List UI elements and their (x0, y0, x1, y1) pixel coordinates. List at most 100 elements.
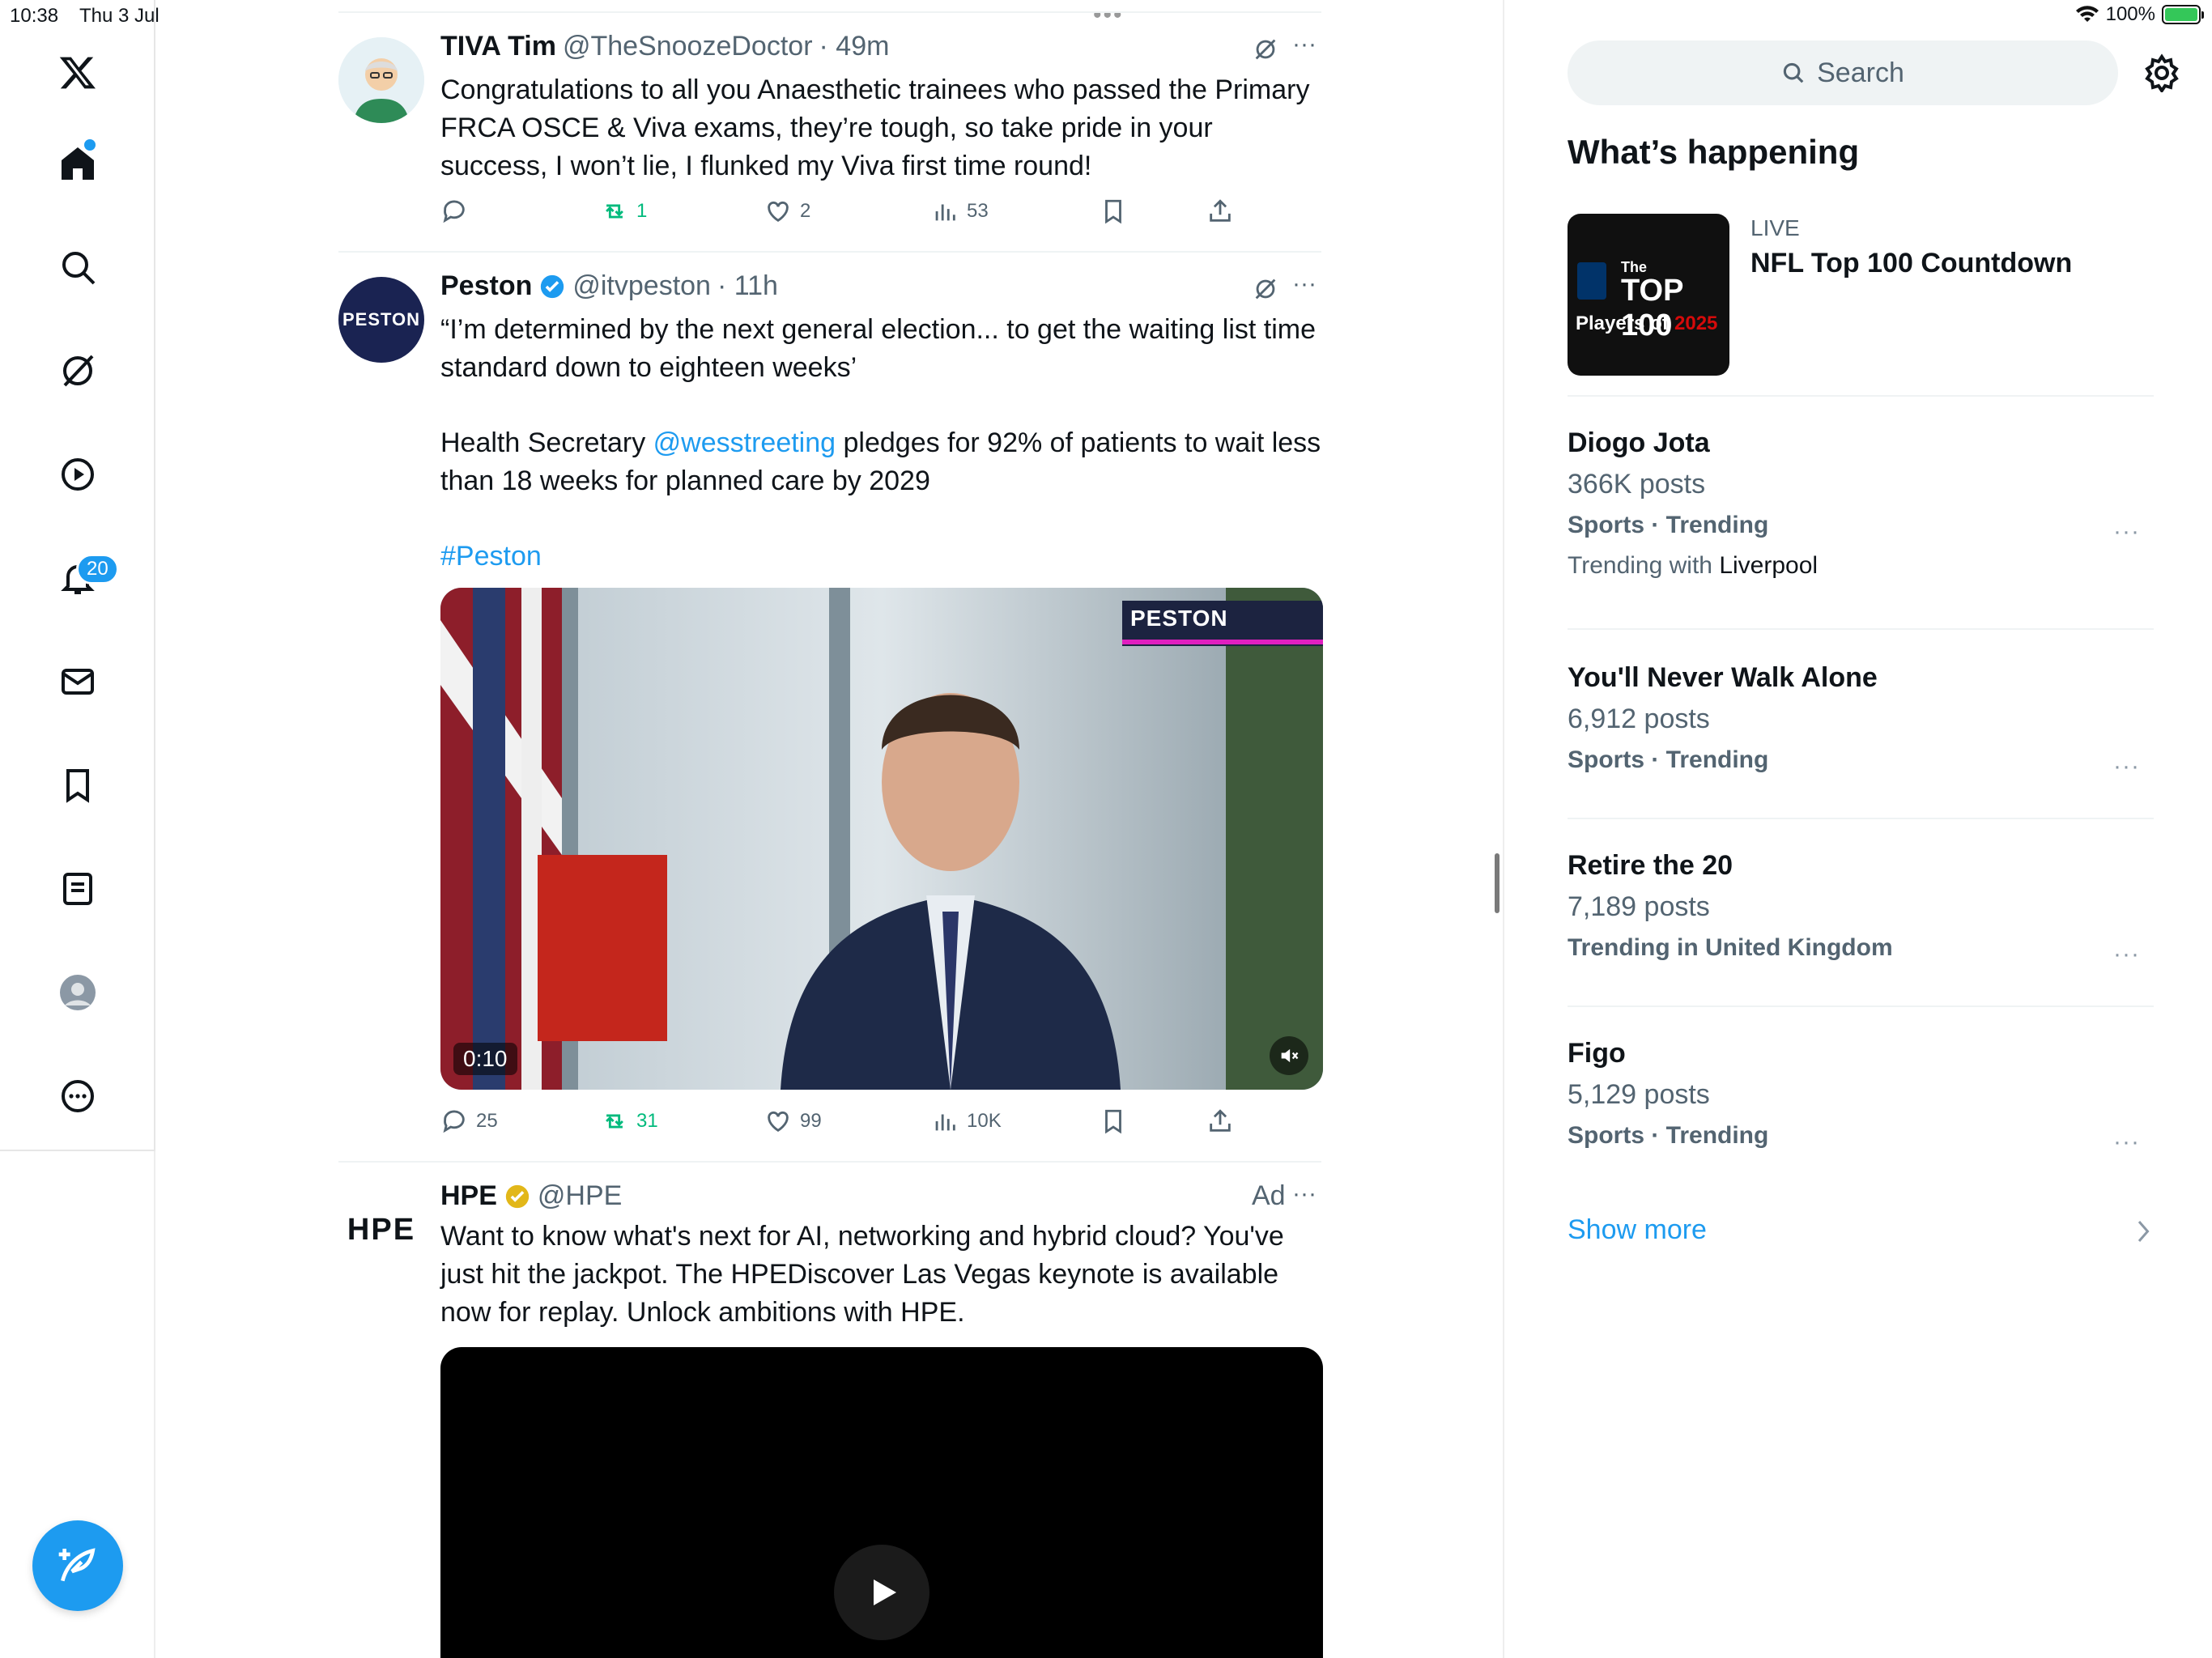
tweet-avatar[interactable]: PESTON (338, 277, 424, 363)
mention-link[interactable]: @wesstreeting (653, 427, 836, 458)
live-thumbnail[interactable]: The TOP 100 Players of 2025 (1568, 214, 1729, 376)
status-indicators: 100% (2075, 3, 2204, 26)
trend-separator (1568, 818, 2154, 819)
hashtag-link[interactable]: #Peston (440, 538, 1323, 576)
trend-item[interactable]: Figo 5,129 posts Sports · Trending (1568, 1038, 2150, 1150)
tweet-more-icon[interactable]: ··· (1292, 270, 1317, 298)
x-logo-icon[interactable] (45, 40, 110, 105)
tweet-handle[interactable]: @TheSnoozeDoctor (563, 31, 813, 62)
home-icon[interactable] (45, 131, 110, 196)
trend-more-icon[interactable]: ··· (2113, 1129, 2140, 1156)
grok-explain-icon[interactable] (1252, 275, 1279, 303)
trend-title: Retire the 20 (1568, 850, 1733, 881)
trend-title: You'll Never Walk Alone (1568, 662, 1878, 693)
profile-avatar-icon[interactable] (45, 960, 110, 1025)
messages-icon[interactable] (45, 649, 110, 714)
search-icon (1783, 62, 1804, 83)
share-button[interactable] (1206, 198, 1234, 225)
bookmark-button[interactable] (1100, 1107, 1127, 1135)
retweet-button[interactable]: 1 (601, 198, 647, 225)
tweet-handle[interactable]: @HPE (538, 1180, 622, 1212)
trend-separator (1568, 1005, 2154, 1007)
home-unread-dot (84, 139, 96, 151)
left-nav: 20 (0, 0, 155, 1151)
views-button[interactable]: 10K (931, 1107, 1002, 1135)
mute-button[interactable] (1270, 1036, 1308, 1075)
tweet-more-icon[interactable]: ··· (1292, 1180, 1317, 1208)
settings-gear-icon[interactable] (2142, 53, 2181, 92)
show-more-link[interactable]: Show more (1568, 1214, 1707, 1246)
trend-more-icon[interactable]: ··· (2113, 753, 2140, 780)
tweet-time[interactable]: · 11h (717, 270, 778, 302)
video-duration: 0:10 (453, 1043, 517, 1075)
timeline-separator (338, 1161, 1321, 1163)
tweet-actions: 25 31 99 10K (440, 1107, 1323, 1140)
more-icon[interactable] (45, 1064, 110, 1129)
trend-more-icon[interactable]: ··· (2113, 941, 2140, 968)
trend-count: 6,912 posts (1568, 704, 1710, 734)
multitask-handle[interactable]: ••• (1093, 2, 1124, 29)
views-count: 53 (967, 200, 989, 222)
tweet-avatar[interactable] (338, 37, 424, 123)
hpe-logo: HPE (347, 1212, 416, 1247)
trend-item[interactable]: You'll Never Walk Alone 6,912 posts Spor… (1568, 662, 2150, 774)
tweet-author-name[interactable]: TIVA Tim (440, 31, 556, 62)
live-title[interactable]: NFL Top 100 Countdown (1750, 248, 2072, 279)
tweet-time[interactable]: · 49m (819, 31, 890, 62)
ad-label: Ad (1252, 1180, 1286, 1211)
tweet-avatar[interactable]: HPE (338, 1187, 424, 1273)
lists-icon[interactable] (45, 857, 110, 921)
split-view-handle[interactable] (1495, 853, 1499, 913)
trend-separator (1568, 395, 2154, 397)
tweet-author-name[interactable]: Peston (440, 270, 532, 302)
battery-percent: 100% (2105, 3, 2155, 25)
play-button[interactable] (834, 1545, 929, 1640)
tweet-text: “I’m determined by the next general elec… (440, 311, 1323, 576)
views-count: 10K (967, 1110, 1002, 1132)
battery-icon (2162, 5, 2204, 24)
search-icon[interactable] (45, 235, 110, 300)
chevron-right-icon (2138, 1221, 2150, 1242)
grok-explain-icon[interactable] (1252, 36, 1279, 63)
like-button[interactable]: 99 (764, 1107, 822, 1135)
bookmark-button[interactable] (1100, 198, 1127, 225)
like-button[interactable]: 2 (764, 198, 810, 225)
search-placeholder: Search (1817, 57, 1904, 88)
tweet-handle[interactable]: @itvpeston (572, 270, 711, 302)
retweet-count: 1 (636, 200, 648, 222)
grok-icon[interactable] (45, 338, 110, 403)
reply-button[interactable] (440, 198, 476, 225)
bookmarks-icon[interactable] (45, 753, 110, 818)
tweet-author-name[interactable]: HPE (440, 1180, 497, 1212)
play-icon (874, 1579, 896, 1605)
video-watermark: PESTON (1130, 606, 1228, 631)
trend-more-icon[interactable]: ··· (2113, 518, 2140, 546)
compose-post-button[interactable] (32, 1520, 123, 1611)
trend-category: Sports · Trending (1568, 512, 1769, 538)
trend-with-label: Trending with (1568, 552, 1720, 579)
heart-icon (768, 1111, 789, 1133)
reply-button[interactable]: 25 (440, 1107, 498, 1135)
trend-category: Sports · Trending (1568, 746, 1769, 773)
trend-with: Trending with Liverpool (1568, 552, 2150, 580)
trend-title: Figo (1568, 1038, 1626, 1069)
thumb-line-4: 2025 (1674, 312, 1718, 334)
verified-badge-icon (541, 274, 564, 298)
retweet-icon (606, 1114, 623, 1129)
nav-divider (154, 1151, 155, 1658)
ad-video[interactable] (440, 1347, 1323, 1658)
trend-item[interactable]: Retire the 20 7,189 posts Trending in Un… (1568, 850, 2150, 962)
like-count: 2 (800, 200, 811, 222)
tweet-paragraph: Health Secretary @wesstreeting pledges f… (440, 424, 1323, 500)
share-button[interactable] (1206, 1107, 1234, 1135)
timeline-separator (338, 11, 1321, 13)
trend-item[interactable]: Diogo Jota 366K posts Sports · Trending … (1568, 427, 2150, 580)
column-divider (1503, 0, 1504, 1658)
tweet-more-icon[interactable]: ··· (1292, 31, 1317, 58)
whats-happening-title: What’s happening (1568, 133, 1860, 171)
video-icon[interactable] (45, 442, 110, 507)
views-button[interactable]: 53 (931, 198, 989, 225)
search-bar[interactable]: Search (1568, 40, 2118, 105)
retweet-button[interactable]: 31 (601, 1107, 658, 1135)
tweet-video[interactable]: PESTON 0:10 (440, 588, 1323, 1090)
